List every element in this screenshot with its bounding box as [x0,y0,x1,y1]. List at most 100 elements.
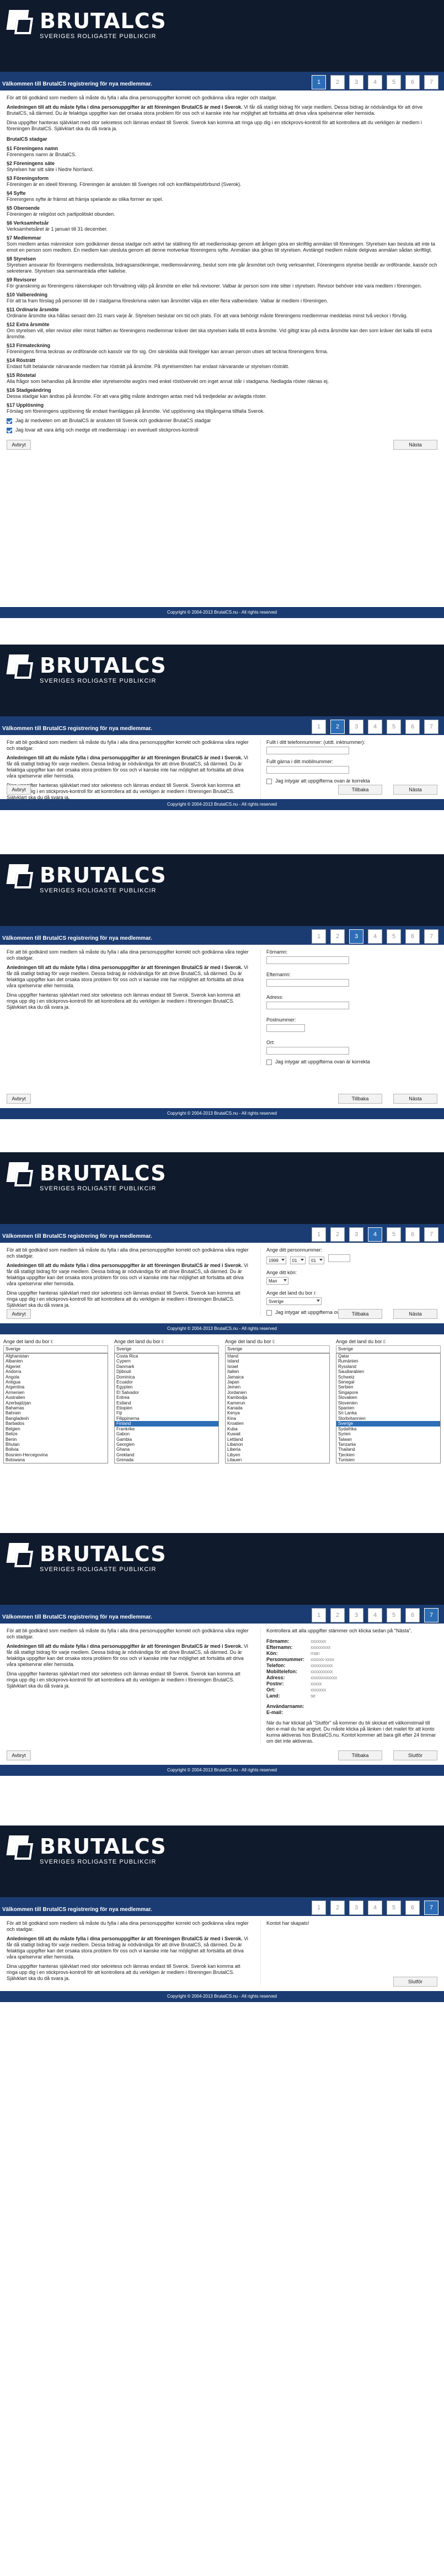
country-option[interactable]: Slovakien [336,1395,440,1400]
accept-honesty-checkbox[interactable] [7,427,12,433]
country-list-current[interactable]: Sverige [225,1345,330,1353]
next-button[interactable]: Nästa [393,440,437,450]
country-option[interactable]: Frankrike [115,1427,218,1431]
country-option[interactable]: Angola [4,1375,108,1380]
country-option[interactable]: Irland [226,1354,329,1359]
country-option[interactable]: Libyen [226,1452,329,1457]
country-option[interactable]: Syrien [336,1431,440,1436]
next-button[interactable]: Nästa [393,785,437,795]
country-select[interactable]: Sverige [266,1297,322,1305]
country-option[interactable]: Grenada [115,1457,218,1462]
country-option[interactable]: Jordanien [226,1390,329,1395]
logo[interactable]: BRUTALCS SVERIGES ROLIGASTE PUBLIKCIR [6,864,167,894]
country-option[interactable]: Belgien [4,1427,108,1431]
country-option[interactable]: Bosnien-Hercegovina [4,1452,108,1457]
confirm-checkbox[interactable] [266,778,272,784]
country-option[interactable]: Bahrain [4,1411,108,1415]
country-option[interactable]: Botswana [4,1457,108,1462]
country-option[interactable]: Andorra [4,1369,108,1374]
country-option[interactable]: Gambia [115,1437,218,1442]
country-option[interactable]: Senegal [336,1380,440,1385]
country-option[interactable]: Kamerun [226,1401,329,1406]
country-option[interactable]: Liberia [226,1447,329,1452]
country-option[interactable]: Kambodja [226,1395,329,1400]
phone-input[interactable] [266,747,349,754]
back-button[interactable]: Tillbaka [338,1750,382,1760]
gender-select[interactable]: Man [266,1277,288,1285]
country-option[interactable]: Taiwan [336,1437,440,1442]
country-option[interactable]: Serbien [336,1385,440,1390]
country-option[interactable]: Sri Lanka [336,1411,440,1415]
country-option[interactable]: Japan [226,1380,329,1385]
country-option[interactable]: Belize [4,1431,108,1436]
country-option[interactable]: Australien [4,1395,108,1400]
birth-suffix-input[interactable] [328,1254,350,1262]
logo[interactable]: BRUTALCS SVERIGES ROLIGASTE PUBLIKCIR [6,10,167,40]
abort-button[interactable]: Avbryt [7,1750,31,1760]
country-option[interactable]: Antigua [4,1380,108,1385]
country-option[interactable]: Bahamas [4,1406,108,1411]
country-option[interactable]: Etiopien [115,1406,218,1411]
country-option[interactable]: Bhutan [4,1442,108,1447]
country-option[interactable]: Albanien [4,1359,108,1364]
country-option[interactable]: Saudiarabien [336,1369,440,1374]
birth-day-select[interactable]: 01 [309,1257,325,1264]
country-option[interactable]: Azerbajdzjan [4,1401,108,1406]
country-option[interactable]: Algeriet [4,1364,108,1369]
country-option[interactable]: Kroatien [226,1421,329,1426]
confirm-checkbox[interactable] [266,1059,272,1065]
confirm-row[interactable]: Jag intygar att uppgifterna ovan är korr… [266,1059,437,1065]
country-option[interactable]: Eritrea [115,1395,218,1400]
country-option[interactable]: Tjeckien [336,1452,440,1457]
abort-button[interactable]: Avbryt [7,1309,31,1319]
back-button[interactable]: Tillbaka [338,1309,382,1319]
country-option[interactable]: Barbados [4,1421,108,1426]
back-button[interactable]: Tillbaka [338,785,382,795]
birth-month-select[interactable]: 01 [290,1257,306,1264]
city-input[interactable] [266,1047,349,1055]
country-option[interactable]: Sverige [336,1421,440,1427]
logo[interactable]: BRUTALCS SVERIGES ROLIGASTE PUBLIKCIR [6,1835,167,1865]
country-option[interactable]: Afghanistan [4,1354,108,1359]
country-option[interactable]: Spanien [336,1406,440,1411]
country-option[interactable]: Danmark [115,1364,218,1369]
country-option[interactable]: Egypten [115,1385,218,1390]
country-option[interactable]: El Salvador [115,1390,218,1395]
country-list-current[interactable]: Sverige [3,1345,108,1353]
accept-statutes-checkbox[interactable] [7,418,12,424]
country-option[interactable]: Cypern [115,1359,218,1364]
country-option[interactable]: Thailand [336,1447,440,1452]
country-option[interactable]: Djibouti [115,1369,218,1374]
country-options[interactable]: Irland Island Israel Italien Jamaica Japan Jem… [225,1353,330,1463]
country-option[interactable]: Finland [115,1421,218,1427]
country-option[interactable]: Kanada [226,1406,329,1411]
country-option[interactable]: Tunisien [336,1457,440,1462]
next-button[interactable]: Nästa [393,1094,437,1104]
birth-year-select[interactable]: 1999 [266,1257,286,1264]
logo[interactable]: BRUTALCS SVERIGES ROLIGASTE PUBLIKCIR [6,654,167,684]
abort-button[interactable]: Avbryt [7,785,31,795]
country-options[interactable]: Costa Rica Cypern Danmark Djibouti Dominica E… [114,1353,219,1463]
country-option[interactable]: Litauen [226,1457,329,1462]
back-button[interactable]: Tillbaka [338,1094,382,1104]
finish-button[interactable]: Slutför [393,1977,437,1987]
country-option[interactable]: Italien [226,1369,329,1374]
logo[interactable]: BRUTALCS SVERIGES ROLIGASTE PUBLIKCIR [6,1162,167,1192]
country-option[interactable]: Filippinerna [115,1416,218,1421]
country-option[interactable]: Storbritannien [336,1416,440,1421]
country-option[interactable]: Grekland [115,1452,218,1457]
country-option[interactable]: Armenien [4,1390,108,1395]
country-option[interactable]: Singapore [336,1390,440,1395]
country-option[interactable]: Lettland [226,1437,329,1442]
country-option[interactable]: Argentina [4,1385,108,1390]
country-option[interactable]: Schweiz [336,1375,440,1380]
firstname-input[interactable] [266,956,349,964]
country-option[interactable]: Ecuador [115,1380,218,1385]
country-option[interactable]: Benin [4,1437,108,1442]
accept-honesty[interactable]: Jag lovar att vara ärlig och medge ett m… [7,427,437,433]
country-option[interactable]: Israel [226,1364,329,1369]
country-options[interactable]: Qatar Rumänien Ryssland Saudiarabien Schweiz… [336,1353,441,1463]
country-option[interactable]: Kuba [226,1427,329,1431]
country-option[interactable]: Gabon [115,1431,218,1436]
country-list-current[interactable]: Sverige [114,1345,219,1353]
